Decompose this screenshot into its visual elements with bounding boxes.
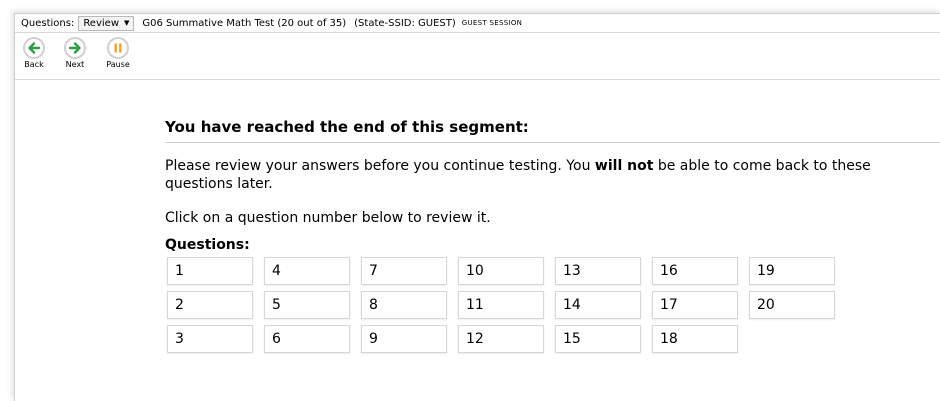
next-button[interactable]: Next [58, 37, 92, 69]
question-button[interactable]: 16 [652, 257, 738, 285]
back-label: Back [24, 60, 44, 69]
test-title: G06 Summative Math Test (20 out of 35) [142, 17, 347, 29]
back-button[interactable]: Back [17, 37, 51, 69]
question-button[interactable]: 18 [652, 325, 738, 353]
instructions-emphasis: will not [594, 158, 654, 174]
questions-label: Questions: [21, 17, 75, 29]
review-instructions: Please review your answers before you co… [165, 157, 940, 193]
question-grid: 1 2 3 4 5 6 7 8 9 10 11 12 13 14 15 16 17 18 19 20 [167, 257, 940, 353]
question-dropdown[interactable]: Review ▼ [78, 15, 135, 31]
question-button[interactable]: 14 [555, 291, 641, 319]
next-label: Next [65, 60, 85, 69]
back-arrow-icon [23, 37, 45, 59]
question-button[interactable]: 2 [167, 291, 253, 319]
session-label: GUEST SESSION [461, 19, 523, 27]
click-instructions: Click on a question number below to revi… [165, 210, 491, 226]
question-button[interactable]: 12 [458, 325, 544, 353]
question-button[interactable]: 4 [264, 257, 350, 285]
question-button[interactable]: 20 [749, 291, 835, 319]
question-button[interactable]: 6 [264, 325, 350, 353]
pause-icon [107, 37, 129, 59]
questions-heading: Questions: [165, 237, 250, 253]
next-arrow-icon [64, 37, 86, 59]
segment-review: You have reached the end of this segment… [165, 118, 940, 353]
question-button[interactable]: 8 [361, 291, 447, 319]
dropdown-value: Review [83, 17, 119, 29]
question-button[interactable]: 3 [167, 325, 253, 353]
question-button[interactable]: 1 [167, 257, 253, 285]
question-button[interactable]: 17 [652, 291, 738, 319]
test-window: Questions: Review ▼ G06 Summative Math T… [14, 13, 940, 401]
question-button[interactable]: 13 [555, 257, 641, 285]
toolbar: Back Next Pause [15, 33, 940, 80]
question-button[interactable]: 9 [361, 325, 447, 353]
ssid-label: (State-SSID: GUEST) [354, 17, 456, 29]
top-bar: Questions: Review ▼ G06 Summative Math T… [15, 14, 940, 33]
question-button[interactable]: 15 [555, 325, 641, 353]
pause-button[interactable]: Pause [101, 37, 135, 69]
question-button[interactable]: 19 [749, 257, 835, 285]
question-button[interactable]: 5 [264, 291, 350, 319]
pause-label: Pause [106, 60, 130, 69]
question-button[interactable]: 11 [458, 291, 544, 319]
chevron-down-icon: ▼ [124, 19, 130, 27]
segment-title: You have reached the end of this segment… [165, 118, 940, 143]
question-button[interactable]: 10 [458, 257, 544, 285]
question-button[interactable]: 7 [361, 257, 447, 285]
instructions-text: Please review your answers before you co… [165, 158, 595, 174]
